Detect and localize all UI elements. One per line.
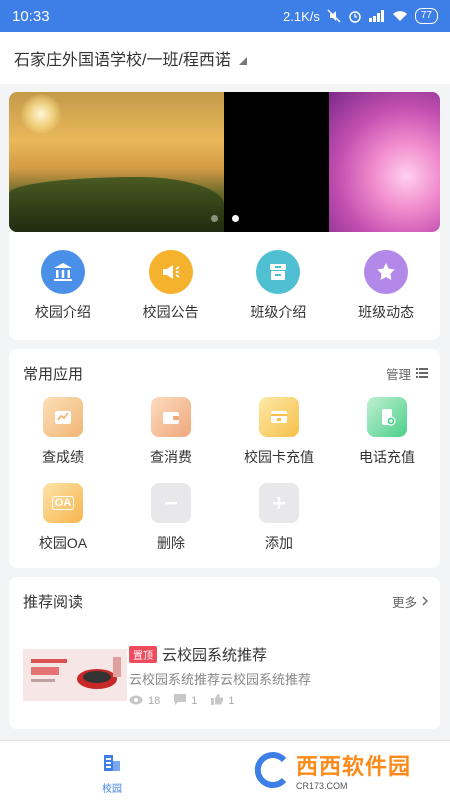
app-phone-topup[interactable]: 电话充值 [333,397,441,467]
app-campus-oa[interactable]: OA 校园OA [9,483,117,553]
app-label: 添加 [265,535,293,551]
article-meta: 18 1 1 [129,694,235,708]
archive-icon [256,250,301,294]
eye-icon [129,695,143,708]
more-label: 更多 [391,596,417,610]
likes-count: 1 [211,694,235,708]
battery-icon: 77 [414,8,438,24]
oa-icon: OA [43,483,83,523]
app-card-topup[interactable]: 校园卡充值 [225,397,333,467]
alarm-icon [348,9,362,23]
status-bar: 10:33 2.1K/s 77 [0,0,450,32]
tea-hills [9,177,224,232]
recommended-reading-card: 推荐阅读 更多 置顶 云校园系统推荐 云校园系统推荐云校园系统推荐 18 1 1 [9,577,440,729]
class-path: 石家庄外国语学校/一班/程西诺 [14,52,231,69]
quick-nav-label: 班级动态 [358,304,415,320]
carousel-dot-active[interactable] [231,215,239,222]
app-label: 查消费 [150,449,192,465]
carousel-dot[interactable] [210,215,218,222]
banner-slide-dark [224,92,329,232]
institution-icon [40,250,85,294]
campus-nav-icon [101,753,123,778]
app-label: 删除 [157,535,185,551]
nav-label: 校园 [102,784,122,795]
nav-item-campus[interactable]: 校园 [90,753,134,795]
article-thumbnail[interactable] [23,649,127,701]
network-speed: 2.1K/s [283,8,320,24]
oa-icon-text: OA [51,496,75,510]
article-title-text: 云校园系统推荐 [162,647,268,664]
common-apps-card: 常用应用 管理 查成绩 查消费 校园卡充值 电话充值 OA 校园OA 删除 添加 [9,349,440,568]
list-icon [416,367,428,381]
watermark-logo: 西西软件园 CR173.COM [252,748,432,792]
app-add[interactable]: 添加 [225,483,333,553]
app-label: 电话充值 [359,449,415,465]
banner-slide-landscape [9,92,224,232]
comment-icon [174,694,187,708]
quick-nav-class-intro[interactable]: 班级介绍 [225,232,333,340]
article-title[interactable]: 置顶 云校园系统推荐 [129,644,267,665]
carousel-indicator [9,215,440,222]
dropdown-corner-icon [238,57,247,65]
views-value: 18 [148,695,161,707]
quick-nav-campus-notice[interactable]: 校园公告 [117,232,225,340]
class-selector[interactable]: 石家庄外国语学校/一班/程西诺 [0,32,450,84]
app-delete[interactable]: 删除 [117,483,225,553]
wifi-icon [392,10,408,22]
quick-nav: 校园介绍 校园公告 班级介绍 班级动态 [9,232,440,340]
manage-button[interactable]: 管理 [386,364,428,383]
banner-carousel[interactable] [9,92,440,232]
thumbs-up-icon [211,694,224,708]
more-button[interactable]: 更多 [392,592,428,611]
mute-icon [327,9,341,23]
sun-glow [21,94,61,134]
quick-nav-label: 校园公告 [142,304,199,320]
comments-value: 1 [191,695,198,707]
article-description: 云校园系统推荐云校园系统推荐 [129,672,312,687]
views-count: 18 [129,694,160,708]
minus-icon [151,483,191,523]
star-icon [364,250,409,294]
status-time: 10:33 [12,7,50,25]
card-icon [259,397,299,437]
phone-topup-icon [367,397,407,437]
quick-nav-class-news[interactable]: 班级动态 [332,232,440,340]
banner-slide-pink [329,92,440,232]
app-label: 查成绩 [42,449,84,465]
comments-count: 1 [174,694,197,708]
wallet-icon [151,397,191,437]
quick-nav-label: 班级介绍 [250,304,307,320]
section-title: 推荐阅读 [23,594,84,611]
watermark-sub: CR173.COM [296,781,348,791]
watermark-text: 西西软件园 [296,754,412,779]
app-label: 校园卡充值 [244,449,314,465]
section-title: 常用应用 [23,366,84,383]
pinned-badge: 置顶 [129,646,157,663]
status-icons: 2.1K/s 77 [283,8,438,24]
manage-label: 管理 [385,368,411,382]
quick-nav-campus-intro[interactable]: 校园介绍 [9,232,117,340]
signal-icon [368,10,385,22]
app-label: 校园OA [38,535,88,551]
likes-value: 1 [228,695,235,707]
app-check-grades[interactable]: 查成绩 [9,397,117,467]
chart-icon [43,397,83,437]
quick-nav-label: 校园介绍 [34,304,91,320]
chevron-right-icon [422,595,428,609]
watermark-c-icon [254,752,287,788]
megaphone-icon [148,250,193,294]
plus-icon [259,483,299,523]
app-check-spending[interactable]: 查消费 [117,397,225,467]
